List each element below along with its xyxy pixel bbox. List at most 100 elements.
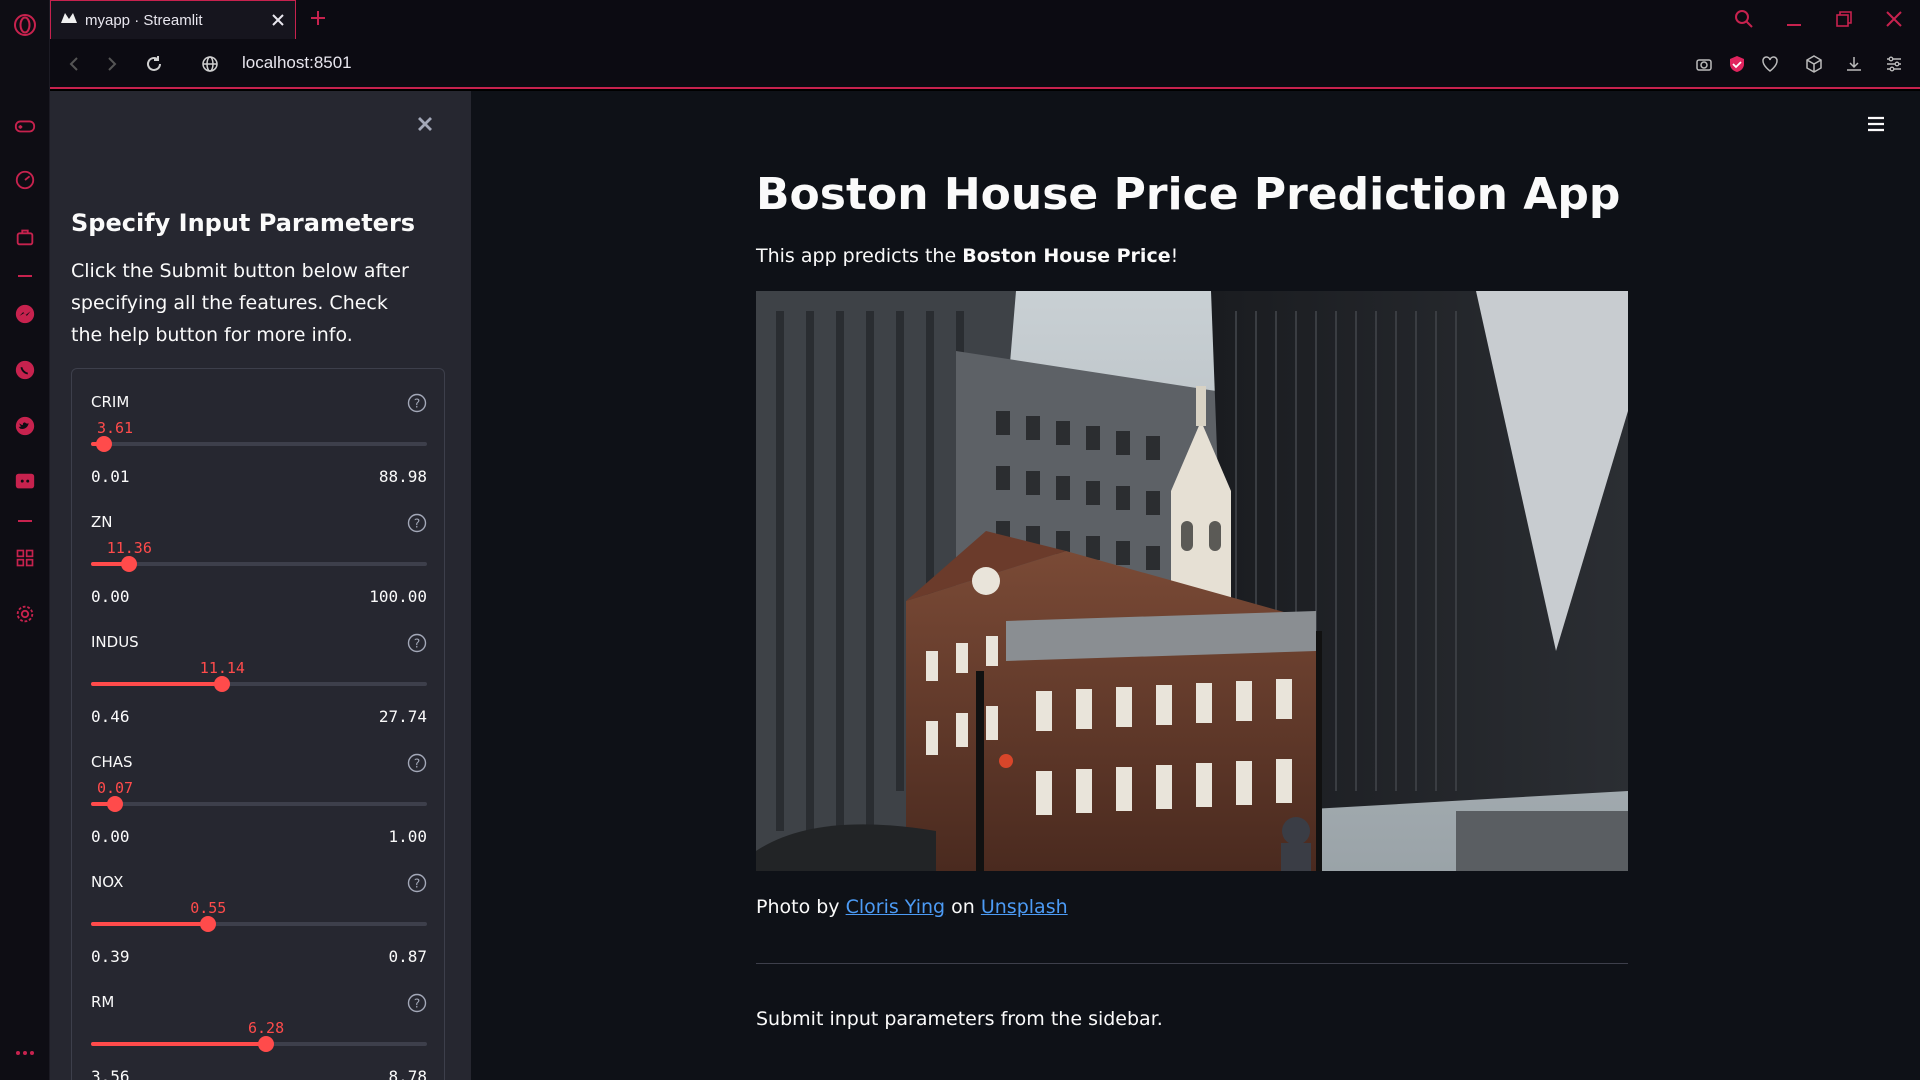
new-tab-plus-icon[interactable]	[308, 8, 328, 28]
slider-value: 11.36	[106, 539, 152, 557]
app-sidebar: Specify Input Parameters Click the Submi…	[50, 91, 471, 1080]
whatsapp-icon[interactable]	[12, 357, 38, 383]
boston-photo	[756, 291, 1628, 871]
status-message: Submit input parameters from the sidebar…	[756, 1008, 1163, 1030]
help-question-icon[interactable]: ?	[407, 993, 427, 1013]
opera-logo-icon[interactable]	[12, 12, 38, 38]
sidebar-description: Click the Submit button below after spec…	[71, 260, 409, 346]
slider-thumb[interactable]	[106, 796, 123, 812]
author-link[interactable]: Cloris Ying	[846, 896, 946, 918]
slider-min: 0.01	[91, 467, 130, 486]
window-close-icon[interactable]	[1882, 7, 1906, 31]
slider-rm[interactable]: RM? 6.28 3.56 8.78	[91, 993, 427, 1080]
url-field[interactable]: localhost:8501	[242, 53, 352, 73]
download-icon[interactable]	[1842, 52, 1866, 76]
tab-close-icon[interactable]	[269, 11, 287, 29]
help-question-icon[interactable]: ?	[407, 393, 427, 413]
speedometer-icon[interactable]	[12, 167, 38, 193]
settings-gear-icon[interactable]	[12, 601, 38, 627]
svg-text:?: ?	[414, 877, 420, 891]
grid-icon[interactable]	[12, 545, 38, 571]
slider-min: 0.46	[91, 707, 130, 726]
slider-max: 27.74	[378, 707, 427, 726]
slider-label: CRIM	[91, 393, 130, 411]
minimize-icon[interactable]	[1782, 7, 1806, 31]
slider-zn[interactable]: ZN? 11.36 0.00 100.00	[91, 513, 427, 623]
address-bar: localhost:8501	[50, 39, 1920, 89]
svg-text:?: ?	[414, 397, 420, 411]
site-info-globe-icon[interactable]	[198, 52, 222, 76]
slider-track[interactable]	[91, 436, 427, 452]
slider-label: RM	[91, 993, 115, 1011]
cube-icon[interactable]	[1802, 52, 1826, 76]
page-subtitle: This app predicts the Boston House Price…	[756, 245, 1179, 267]
slider-thumb[interactable]	[214, 676, 231, 692]
slider-min: 3.56	[91, 1067, 130, 1080]
slider-track[interactable]	[91, 916, 427, 932]
slider-thumb[interactable]	[200, 916, 217, 932]
help-question-icon[interactable]: ?	[407, 633, 427, 653]
slider-min: 0.00	[91, 587, 130, 606]
svg-text:?: ?	[414, 637, 420, 651]
tab-title: myapp · Streamlit	[85, 11, 203, 29]
input-form: CRIM? 3.61 0.01 88.98 ZN? 11.36 0.00 100.00 INDU…	[71, 368, 445, 1080]
slider-chas[interactable]: CHAS? 0.07 0.00 1.00	[91, 753, 427, 863]
bag-icon[interactable]	[12, 224, 38, 250]
slider-min: 0.39	[91, 947, 130, 966]
hamburger-menu-icon[interactable]	[1865, 113, 1887, 135]
more-dots-icon[interactable]	[12, 1040, 38, 1066]
svg-text:?: ?	[414, 517, 420, 531]
slider-max: 0.87	[388, 947, 427, 966]
browser-tab[interactable]: myapp · Streamlit	[50, 0, 296, 39]
slider-thumb[interactable]	[258, 1036, 275, 1052]
reload-icon[interactable]	[142, 52, 166, 76]
slider-indus[interactable]: INDUS? 11.14 0.46 27.74	[91, 633, 427, 743]
rail-separator	[18, 520, 32, 522]
slider-max: 88.98	[378, 467, 427, 486]
slider-track[interactable]	[91, 676, 427, 692]
forward-icon[interactable]	[100, 52, 124, 76]
unsplash-link[interactable]: Unsplash	[981, 896, 1068, 918]
slider-label: ZN	[91, 513, 113, 531]
restore-icon[interactable]	[1832, 7, 1856, 31]
slider-label: CHAS	[91, 753, 133, 771]
main-content: Boston House Price Prediction App This a…	[471, 91, 1920, 1080]
slider-track[interactable]	[91, 556, 427, 572]
slider-label: NOX	[91, 873, 124, 891]
slider-max: 100.00	[369, 587, 427, 606]
search-icon[interactable]	[1732, 7, 1756, 31]
easy-setup-icon[interactable]	[1882, 52, 1906, 76]
back-icon[interactable]	[62, 52, 86, 76]
slider-value: 0.55	[190, 899, 227, 917]
sidebar-close-icon[interactable]	[414, 113, 436, 135]
slider-crim[interactable]: CRIM? 3.61 0.01 88.98	[91, 393, 427, 503]
slider-max: 1.00	[388, 827, 427, 846]
divider	[756, 963, 1628, 964]
page-title: Boston House Price Prediction App	[756, 169, 1621, 220]
slider-thumb[interactable]	[96, 436, 113, 452]
slider-fill	[91, 682, 223, 686]
slider-nox[interactable]: NOX? 0.55 0.39 0.87	[91, 873, 427, 983]
messenger-icon[interactable]	[12, 301, 38, 327]
slider-fill	[91, 1042, 267, 1046]
help-question-icon[interactable]: ?	[407, 513, 427, 533]
slider-min: 0.00	[91, 827, 130, 846]
title-bar: myapp · Streamlit	[50, 0, 1920, 39]
adblock-shield-icon[interactable]	[1725, 52, 1749, 76]
browser-sidebar	[0, 0, 50, 1080]
slider-label: INDUS	[91, 633, 139, 651]
heart-icon[interactable]	[1758, 52, 1782, 76]
help-question-icon[interactable]: ?	[407, 753, 427, 773]
help-question-icon[interactable]: ?	[407, 873, 427, 893]
svg-text:?: ?	[414, 997, 420, 1011]
game-controller-icon[interactable]	[12, 113, 38, 139]
slider-track[interactable]	[91, 1036, 427, 1052]
slider-thumb[interactable]	[121, 556, 138, 572]
twitter-icon[interactable]	[12, 413, 38, 439]
snapshot-camera-icon[interactable]	[1692, 52, 1716, 76]
slider-fill	[91, 922, 209, 926]
slider-track[interactable]	[91, 796, 427, 812]
sidebar-title: Specify Input Parameters	[71, 209, 416, 237]
discord-icon[interactable]	[12, 469, 38, 495]
subtitle-bold: Boston House Price	[962, 245, 1171, 267]
